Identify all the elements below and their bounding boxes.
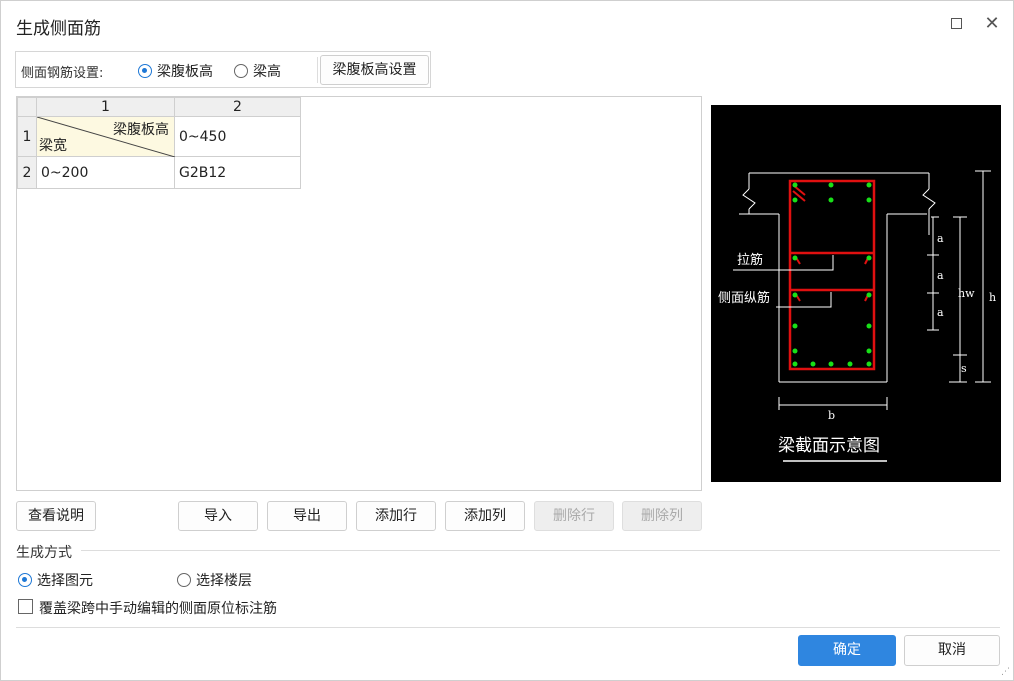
dim-h: h	[989, 291, 996, 304]
close-icon: ✕	[984, 13, 1000, 34]
side-bar-label: 侧面纵筋	[718, 290, 770, 306]
dim-a: a	[937, 306, 944, 319]
rebar-dots	[792, 182, 872, 367]
generate-side-rebar-dialog: 生成侧面筋 ✕ 侧面钢筋设置: 梁腹板高 梁高 梁腹板高设置 1 2 1 梁腹板…	[0, 0, 1014, 681]
radio-unselected-icon	[177, 573, 191, 587]
row-header[interactable]: 1	[17, 116, 37, 157]
grid-cell[interactable]: 0~450	[174, 116, 301, 157]
radio-web-height[interactable]: 梁腹板高	[138, 61, 213, 81]
delete-row-button[interactable]: 删除行	[534, 501, 614, 531]
rebar-grid: 1 2 1 梁腹板高 梁宽 0~450 2 0~200 G2B12	[17, 97, 301, 189]
override-checkbox[interactable]	[18, 599, 33, 614]
divider	[317, 57, 318, 83]
add-column-button[interactable]: 添加列	[445, 501, 525, 531]
radio-beam-height[interactable]: 梁高	[234, 61, 281, 81]
row-header[interactable]: 2	[17, 156, 37, 189]
dim-a: a	[937, 232, 944, 245]
dim-a: a	[937, 269, 944, 282]
window-title: 生成侧面筋	[16, 19, 101, 39]
delete-column-button[interactable]: 删除列	[622, 501, 702, 531]
maximize-button[interactable]	[946, 13, 968, 35]
diagonal-header-cell: 梁腹板高 梁宽	[36, 116, 175, 157]
override-checkbox-label[interactable]: 覆盖梁跨中手动编辑的侧面原位标注筋	[39, 598, 277, 618]
cancel-button[interactable]: 取消	[904, 635, 1000, 666]
beam-section-svg: 拉筋 侧面纵筋 a a a hw s h b 梁截面示意图	[718, 170, 996, 462]
radio-beam-height-label: 梁高	[253, 64, 281, 80]
grid-corner	[17, 97, 37, 117]
radio-select-element-label: 选择图元	[37, 573, 93, 589]
grid-cell[interactable]: 0~200	[36, 156, 175, 189]
export-button[interactable]: 导出	[267, 501, 347, 531]
radio-select-floor-label: 选择楼层	[196, 573, 252, 589]
grid-cell[interactable]: G2B12	[174, 156, 301, 189]
radio-selected-icon	[18, 573, 32, 587]
radio-select-element[interactable]: 选择图元	[18, 570, 93, 590]
stirrup	[788, 179, 876, 371]
dim-hw: hw	[958, 287, 975, 300]
ok-button[interactable]: 确定	[798, 635, 896, 666]
web-height-settings-button[interactable]: 梁腹板高设置	[320, 55, 429, 85]
diag-top-right-label: 梁腹板高	[113, 122, 169, 138]
add-row-button[interactable]: 添加行	[356, 501, 436, 531]
tie-label: 拉筋	[737, 252, 763, 268]
dim-s: s	[961, 362, 967, 375]
close-button[interactable]: ✕	[981, 13, 1003, 35]
column-header[interactable]: 1	[36, 97, 175, 117]
import-button[interactable]: 导入	[178, 501, 258, 531]
beam-outline	[739, 172, 936, 383]
radio-select-floor[interactable]: 选择楼层	[177, 570, 252, 590]
generation-method-label: 生成方式	[16, 545, 72, 561]
section-divider	[81, 550, 1000, 551]
help-button[interactable]: 查看说明	[16, 501, 96, 531]
radio-selected-icon	[138, 64, 152, 78]
settings-label: 侧面钢筋设置:	[21, 66, 104, 81]
radio-unselected-icon	[234, 64, 248, 78]
column-header[interactable]: 2	[174, 97, 301, 117]
side-rebar-settings-group: 侧面钢筋设置: 梁腹板高 梁高 梁腹板高设置	[15, 51, 431, 88]
beam-section-diagram: 拉筋 侧面纵筋 a a a hw s h b 梁截面示意图	[711, 105, 1001, 482]
diagram-caption: 梁截面示意图	[778, 436, 880, 456]
dim-b: b	[828, 409, 835, 422]
resize-grip-icon[interactable]: ⋰	[1001, 667, 1010, 677]
footer-divider	[16, 627, 1000, 628]
diag-bottom-left-label: 梁宽	[39, 138, 67, 154]
radio-web-height-label: 梁腹板高	[157, 64, 213, 80]
rebar-grid-panel: 1 2 1 梁腹板高 梁宽 0~450 2 0~200 G2B12	[16, 96, 702, 491]
maximize-icon	[951, 18, 962, 29]
title-bar: 生成侧面筋 ✕	[1, 1, 1013, 47]
